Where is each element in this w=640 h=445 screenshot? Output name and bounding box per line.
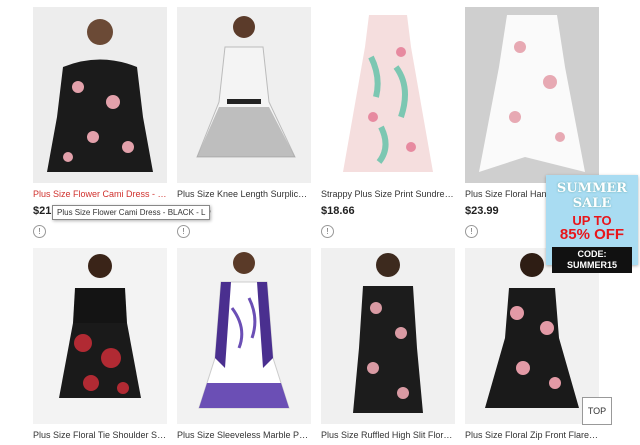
- promo-title: SUMMER SALE: [556, 181, 628, 211]
- dress-photo: [198, 252, 290, 409]
- dress-photo: [479, 15, 585, 172]
- product-title[interactable]: Plus Size Knee Length Surplice D...: [177, 189, 311, 199]
- product-card[interactable]: Plus Size Floral Tie Shoulder Sur...: [33, 248, 167, 440]
- product-title[interactable]: Plus Size Flower Cami Dress - BL...: [33, 189, 167, 199]
- promo-discount: 85% OFF: [559, 226, 625, 243]
- promo-code-box: CODE: SUMMER15: [552, 247, 632, 273]
- info-circle-icon[interactable]: !: [177, 225, 190, 238]
- product-card[interactable]: Strappy Plus Size Print Sundress ... $18…: [321, 7, 455, 238]
- dress-photo: [353, 253, 423, 413]
- product-price: $18.66: [321, 205, 355, 217]
- product-title[interactable]: Plus Size Floral Zip Front Flare D...: [465, 430, 599, 440]
- product-image[interactable]: [465, 248, 599, 424]
- dress-photo: [47, 19, 153, 172]
- info-circle-icon[interactable]: !: [465, 225, 478, 238]
- product-image[interactable]: [33, 7, 167, 183]
- product-card[interactable]: Plus Size Knee Length Surplice D... $27.…: [177, 7, 311, 238]
- product-image[interactable]: [177, 248, 311, 424]
- product-card[interactable]: Plus Size Ruffled High Slit Floral ...: [321, 248, 455, 440]
- product-image[interactable]: [33, 248, 167, 424]
- promo-code: SUMMER15: [566, 260, 617, 270]
- dress-photo: [59, 254, 141, 398]
- summer-sale-banner[interactable]: SUMMER SALE UP TO 85% OFF CODE: SUMMER15: [546, 175, 638, 273]
- product-image[interactable]: [321, 7, 455, 183]
- product-image[interactable]: [177, 7, 311, 183]
- dress-photo: [485, 253, 579, 408]
- product-card[interactable]: Plus Size Flower Cami Dress - BL... $21.…: [33, 7, 167, 238]
- product-card[interactable]: Plus Size Sleeveless Marble Print ...: [177, 248, 311, 440]
- product-card[interactable]: Plus Size Floral Zip Front Flare D...: [465, 248, 599, 440]
- product-tooltip: Plus Size Flower Cami Dress - BLACK - L: [52, 205, 211, 220]
- product-title[interactable]: Plus Size Floral Tie Shoulder Sur...: [33, 430, 167, 440]
- product-title[interactable]: Strappy Plus Size Print Sundress ...: [321, 189, 455, 199]
- info-circle-icon[interactable]: !: [321, 225, 334, 238]
- dress-photo: [343, 15, 433, 172]
- promo-code-label: CODE:: [577, 249, 607, 259]
- product-title[interactable]: Plus Size Sleeveless Marble Print ...: [177, 430, 311, 440]
- dress-photo: [196, 16, 296, 158]
- product-image[interactable]: [465, 7, 599, 183]
- back-to-top-button[interactable]: TOP: [582, 397, 612, 425]
- product-image[interactable]: [321, 248, 455, 424]
- info-circle-icon[interactable]: !: [33, 225, 46, 238]
- product-title[interactable]: Plus Size Ruffled High Slit Floral ...: [321, 430, 455, 440]
